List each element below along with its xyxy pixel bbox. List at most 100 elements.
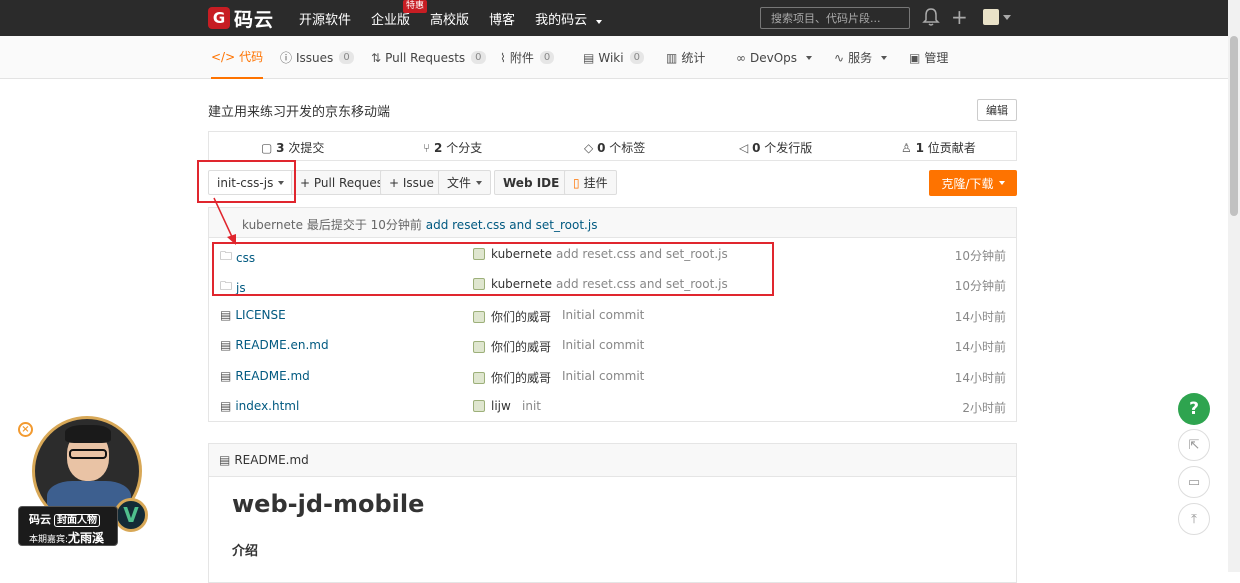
tag-icon: ◇ — [584, 141, 594, 155]
comment-icon[interactable]: ▭ — [1178, 466, 1210, 498]
tab-manage[interactable]: ▣ 管理 — [909, 36, 948, 79]
chevron-down-icon — [998, 181, 1005, 185]
file-menu-button[interactable]: 文件 — [438, 170, 492, 195]
tab-code[interactable]: </> 代码 — [211, 36, 264, 79]
readme-file-label: README.md — [234, 453, 309, 467]
nav-my-gitee-label: 我的码云 — [535, 12, 588, 28]
file-author[interactable]: lijw — [473, 399, 511, 413]
tab-services[interactable]: ∿ 服务 — [834, 36, 888, 79]
file-name[interactable]: ▤ LICENSE — [220, 308, 286, 322]
file-name-label: index.html — [235, 399, 300, 413]
search-input[interactable] — [760, 7, 910, 29]
back-to-top-icon[interactable]: ⤒ — [1178, 503, 1210, 535]
file-commit-message[interactable]: Initial commit — [562, 338, 644, 352]
stat-branches[interactable]: ⑂ 2 个分支 — [423, 139, 482, 156]
bookmark-icon: ▯ — [573, 175, 580, 190]
tab-label: 附件 — [509, 51, 534, 65]
avatar — [473, 400, 485, 412]
file-time: 2小时前 — [962, 401, 1006, 415]
nav-enterprise[interactable]: 企业版 特惠 — [371, 0, 428, 28]
readme-file[interactable]: ▤ README.md — [219, 453, 309, 467]
file-name[interactable]: ▤ index.html — [220, 399, 299, 413]
readme-section-heading: 介绍 — [232, 544, 259, 559]
person-hair — [65, 425, 111, 443]
file-author-label: 你们的威哥 — [491, 310, 552, 324]
file-name[interactable]: ▤ README.md — [220, 369, 310, 383]
web-ide-button[interactable]: Web IDE — [494, 170, 569, 195]
banner-tag: 封面人物 — [54, 514, 100, 527]
file-author[interactable]: 你们的威哥 — [473, 369, 551, 386]
stat-number: 3 — [276, 141, 285, 155]
person-glasses — [69, 449, 107, 459]
file-icon: ▤ — [220, 399, 232, 413]
tab-wiki[interactable]: ▤ Wiki 0 — [583, 36, 644, 79]
tab-label: 服务 — [848, 51, 873, 65]
stat-releases[interactable]: ◁ 0 个发行版 — [739, 139, 812, 156]
book-icon: ▤ — [583, 50, 595, 65]
nav-enterprise-label: 企业版 — [371, 12, 411, 28]
stat-number: 2 — [434, 141, 443, 155]
stat-contributors[interactable]: ♙ 1 位贡献者 — [901, 139, 976, 156]
plus-icon[interactable]: + — [951, 6, 968, 28]
file-time: 10分钟前 — [954, 249, 1006, 263]
page-scrollbar[interactable] — [1228, 0, 1240, 572]
chevron-down-icon[interactable] — [1003, 15, 1011, 20]
contributors-icon: ♙ — [901, 141, 912, 155]
tab-pull-requests[interactable]: ⇅ Pull Requests 0 — [371, 36, 486, 79]
file-commit-message[interactable]: init — [522, 399, 541, 413]
bar-chart-icon: ▥ — [666, 50, 678, 65]
tab-stats[interactable]: ▥ 统计 — [666, 36, 705, 79]
last-commit-row: kubernete 最后提交于 10分钟前 add reset.css and … — [209, 208, 1016, 238]
tab-label: 代码 — [239, 50, 264, 64]
new-issue-button[interactable]: + Issue — [380, 170, 443, 195]
readme-title: web-jd-mobile — [232, 490, 425, 518]
help-button[interactable]: ? — [1178, 393, 1210, 425]
avatar — [473, 310, 485, 323]
nav-my-gitee[interactable]: 我的码云 — [535, 9, 603, 28]
stat-label: 位贡献者 — [927, 141, 976, 155]
file-time: 14小时前 — [954, 340, 1006, 354]
hot-badge: 特惠 — [403, 0, 428, 13]
clone-download-button[interactable]: 克隆/下载 — [929, 170, 1017, 196]
file-name[interactable]: ▤ README.en.md — [220, 338, 329, 352]
stat-commits[interactable]: ▢ 3 次提交 — [261, 139, 324, 156]
nav-university[interactable]: 高校版 — [430, 9, 469, 28]
stat-tags[interactable]: ◇ 0 个标签 — [584, 139, 645, 156]
banner-line-1: 码云 封面人物 — [29, 511, 100, 527]
chevron-down-icon — [806, 55, 813, 60]
file-commit-message[interactable]: Initial commit — [562, 308, 644, 322]
avatar — [473, 371, 485, 384]
code-icon: </> — [211, 49, 236, 64]
banner-line-2: 本期嘉宾:尤雨溪 — [29, 529, 104, 546]
logo-text: 码云 — [234, 8, 275, 31]
file-commit-message[interactable]: Initial commit — [562, 369, 644, 383]
issue-icon: ⓘ — [280, 51, 293, 65]
tab-devops[interactable]: ∞ DevOps — [736, 36, 813, 79]
tab-count: 0 — [539, 51, 555, 64]
cover-person-widget[interactable]: × V 码云 封面人物 本期嘉宾:尤雨溪 — [18, 412, 153, 552]
scrollbar-thumb[interactable] — [1230, 36, 1238, 216]
close-icon[interactable]: × — [18, 422, 33, 437]
commit-author[interactable]: kubernete — [242, 218, 303, 232]
file-author-label: 你们的威哥 — [491, 340, 552, 354]
pulse-icon: ∿ — [834, 50, 845, 65]
share-icon[interactable]: ⇱ — [1178, 429, 1210, 461]
avatar — [473, 340, 485, 353]
file-author[interactable]: 你们的威哥 — [473, 338, 551, 355]
edit-button[interactable]: 编辑 — [977, 99, 1017, 121]
commit-message-link[interactable]: add reset.css and set_root.js — [426, 218, 598, 232]
annotation-arrow-icon — [213, 197, 236, 245]
tab-count: 0 — [339, 51, 354, 64]
tab-issues[interactable]: ⓘ Issues 0 — [280, 36, 354, 79]
branch-icon: ⑂ — [423, 141, 431, 155]
user-avatar[interactable] — [983, 9, 999, 25]
tab-attachments[interactable]: ⌇ 附件 0 — [500, 36, 555, 79]
nav-open-source[interactable]: 开源软件 — [299, 9, 351, 28]
bell-icon[interactable] — [922, 7, 940, 27]
file-author[interactable]: 你们的威哥 — [473, 308, 551, 325]
commit-icon: ▢ — [261, 141, 273, 155]
top-bar: G 码云 开源软件 企业版 特惠 高校版 博客 我的码云 + — [0, 0, 1228, 36]
widget-button[interactable]: ▯ 挂件 — [564, 170, 617, 195]
nav-blog[interactable]: 博客 — [489, 9, 515, 28]
gitee-logo[interactable]: G 码云 — [208, 5, 274, 31]
